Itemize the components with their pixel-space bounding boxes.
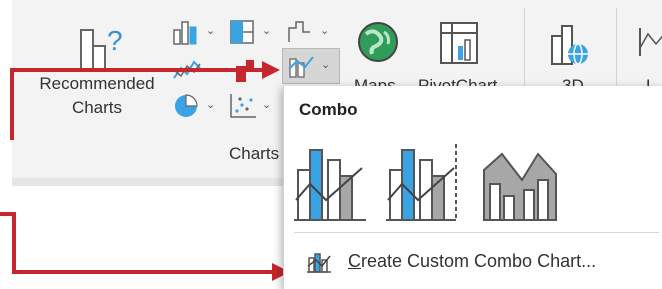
create-custom-combo-chart-label: Create Custom Combo Chart... [348, 251, 596, 272]
combo-dropdown-menu: Combo Create Custom Combo Chart... [283, 86, 662, 289]
accelerator-key-c: C [348, 251, 361, 271]
clustered-column-line-secondary-axis-icon [386, 144, 457, 221]
clustered-column-line-item[interactable] [292, 140, 372, 226]
annotation-arrow-combo [10, 61, 280, 140]
combo-section-title: Combo [299, 100, 358, 119]
menu-divider [294, 232, 659, 233]
clustered-column-line-secondary-axis-item[interactable] [384, 140, 468, 226]
create-custom-combo-chart-text: reate Custom Combo Chart... [361, 251, 597, 271]
create-custom-combo-chart-item[interactable]: Create Custom Combo Chart... [288, 244, 658, 280]
clustered-column-line-icon [294, 149, 366, 221]
annotation-arrow-custom [0, 212, 290, 281]
stacked-area-clustered-column-icon [483, 152, 557, 221]
stacked-area-clustered-column-item[interactable] [480, 140, 560, 226]
custom-combo-chart-icon [307, 253, 331, 273]
